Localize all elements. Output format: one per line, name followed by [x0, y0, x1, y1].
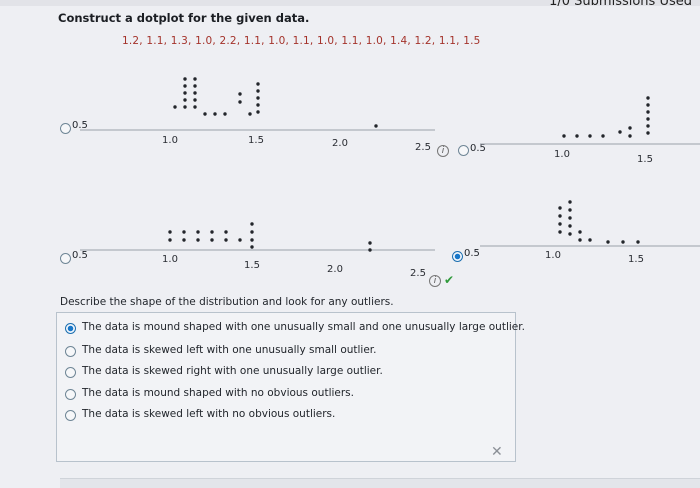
dotplot-option-a-radio[interactable] [60, 123, 71, 134]
tick-label: 1.5 [248, 135, 264, 146]
part2-prompt: Describe the shape of the distribution a… [60, 296, 394, 308]
shape-option-5-label[interactable]: The data is skewed left with no obvious … [82, 408, 335, 420]
dots [562, 96, 650, 138]
check-icon: ✔ [444, 273, 455, 287]
incorrect-x-icon: ✕ [491, 444, 503, 460]
question-prompt: Construct a dotplot for the given data. [58, 11, 310, 25]
dotplot-option-c-chart: 1.0 1.5 2.0 2.5 [80, 222, 435, 279]
shape-option-3-label[interactable]: The data is skewed right with one unusua… [82, 365, 383, 377]
shape-option-2-radio[interactable] [65, 346, 76, 357]
dotplot-option-c-radio[interactable] [60, 253, 71, 264]
dots [173, 77, 378, 128]
info-icon[interactable]: i [437, 145, 449, 157]
tick-label: 1.0 [162, 135, 178, 146]
shape-option-5-radio[interactable] [65, 410, 76, 421]
tick-label: 2.5 [410, 268, 426, 279]
shape-option-4-radio[interactable] [65, 389, 76, 400]
tick-label: 1.5 [628, 254, 644, 265]
tick-label: 1.5 [244, 260, 260, 271]
tick-label: 2.0 [327, 264, 343, 275]
tick-label: 1.5 [637, 154, 653, 165]
dots [558, 200, 640, 244]
shape-option-4-label[interactable]: The data is mound shaped with no obvious… [82, 387, 354, 399]
shape-option-1-label[interactable]: The data is mound shaped with one unusua… [82, 321, 525, 333]
shape-option-1-radio[interactable] [65, 323, 76, 334]
question-dataset: 1.2, 1.1, 1.3, 1.0, 2.2, 1.1, 1.0, 1.1, … [122, 35, 481, 47]
dotplot-option-b-radio[interactable] [458, 145, 469, 156]
tick-label: 1.0 [545, 250, 561, 261]
tick-label: 2.0 [332, 138, 348, 149]
dotplot-option-d-chart: 1.0 1.5 [480, 200, 700, 265]
tick-label: 2.5 [415, 142, 431, 153]
shape-option-3-radio[interactable] [65, 367, 76, 378]
dotplot-option-d-label: 0.5 [464, 248, 480, 259]
dotplot-option-a-chart: 1.0 1.5 2.0 2.5 [80, 77, 435, 153]
shape-option-2-label[interactable]: The data is skewed left with one unusual… [82, 344, 377, 356]
dots [168, 222, 372, 252]
dotplot-option-b-chart: 1.0 1.5 [480, 96, 700, 165]
dotplot-option-d-radio[interactable] [452, 251, 463, 262]
submissions-used: 1/0 Submissions Used [549, 0, 692, 9]
tick-label: 1.0 [554, 149, 570, 160]
info-icon[interactable]: i [429, 275, 441, 287]
tick-label: 1.0 [162, 254, 178, 265]
